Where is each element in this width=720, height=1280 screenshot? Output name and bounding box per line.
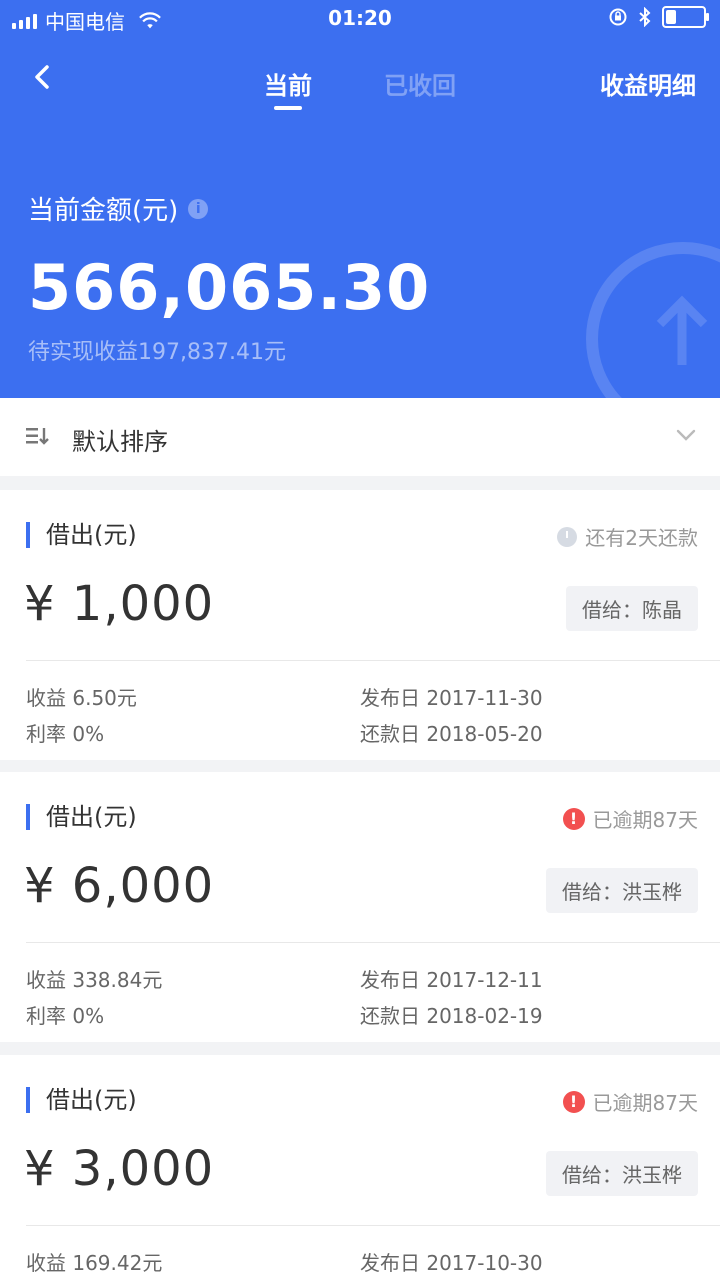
borrower-chip[interactable]: 借给：洪玉桦: [546, 868, 698, 913]
tab-indicator: [274, 106, 302, 110]
orientation-lock-icon: [609, 8, 627, 26]
borrower-chip[interactable]: 借给：陈晶: [566, 586, 698, 631]
loan-publish-date: 发布日 2017-10-30: [360, 1251, 543, 1275]
loan-repay-date: 还款日 2018-02-19: [360, 1004, 543, 1028]
loan-repay-date: 还款日 2018-05-20: [360, 722, 543, 746]
loan-publish-date: 发布日 2017-12-11: [360, 968, 543, 992]
loan-income: 收益 169.42元: [26, 1251, 163, 1275]
info-icon[interactable]: i: [188, 198, 209, 219]
clock-icon: [557, 526, 578, 547]
loan-rate: 利率 0%: [26, 1004, 105, 1028]
loan-card-title: 借出(元): [26, 522, 137, 548]
card-divider: [26, 660, 720, 661]
sort-label: 默认排序: [72, 428, 168, 456]
alert-icon: !: [562, 1090, 585, 1113]
pending-income: 待实现收益197,837.41元: [28, 340, 286, 365]
tab-current[interactable]: 当前: [264, 66, 312, 101]
loan-card[interactable]: 借出(元) 还有2天还款 ¥ 1,000 借给：陈晶 收益 6.50元 利率 0…: [0, 490, 720, 760]
loan-card[interactable]: 借出(元) ! 已逾期87天 ¥ 6,000 借给：洪玉桦 收益 338.84元…: [0, 772, 720, 1042]
loan-income: 收益 338.84元: [26, 968, 163, 992]
loan-card[interactable]: 借出(元) ! 已逾期87天 ¥ 3,000 借给：洪玉桦 收益 169.42元…: [0, 1055, 720, 1280]
loan-rate: 利率 0%: [26, 722, 105, 746]
battery-icon: [662, 6, 709, 28]
back-button[interactable]: [24, 60, 60, 96]
loan-status: ! 已逾期87天: [562, 804, 698, 833]
loan-publish-date: 发布日 2017-11-30: [360, 686, 543, 710]
card-divider: [26, 942, 720, 943]
loan-card-title: 借出(元): [26, 804, 137, 830]
alert-icon: !: [562, 807, 585, 830]
loan-status-text: 已逾期87天: [592, 1091, 698, 1115]
page: 中国电信 01:20 当前 已收回 收益明细 当前金额(元) i 566,065…: [0, 0, 720, 1280]
loan-amount: ¥ 1,000: [24, 576, 215, 632]
loan-status-text: 已逾期87天: [592, 808, 698, 832]
status-bar: 中国电信 01:20: [0, 0, 720, 38]
loan-income: 收益 6.50元: [26, 686, 137, 710]
arrow-up-icon: [656, 295, 708, 365]
loan-status: ! 已逾期87天: [562, 1087, 698, 1116]
chevron-down-icon: [676, 429, 696, 441]
header-panel: 中国电信 01:20 当前 已收回 收益明细 当前金额(元) i 566,065…: [0, 0, 720, 398]
loan-status-text: 还有2天还款: [585, 526, 698, 550]
sort-icon: [26, 428, 49, 445]
card-divider: [26, 1225, 720, 1226]
tab-collected[interactable]: 已收回: [384, 66, 456, 101]
loan-amount: ¥ 3,000: [24, 1141, 215, 1197]
summary-section: 当前金额(元) i 566,065.30 待实现收益197,837.41元: [28, 190, 430, 366]
loan-card-title: 借出(元): [26, 1087, 137, 1113]
status-right: [608, 6, 709, 28]
sort-bar[interactable]: 默认排序: [0, 398, 720, 476]
summary-amount: 566,065.30: [28, 251, 431, 324]
summary-label: 当前金额(元): [28, 196, 179, 226]
bluetooth-icon: [639, 7, 651, 27]
loan-amount: ¥ 6,000: [24, 858, 215, 914]
summary-label-row: 当前金额(元) i: [28, 190, 430, 227]
chevron-left-icon: [35, 65, 49, 89]
income-detail-link[interactable]: 收益明细: [600, 66, 696, 101]
top-nav: 当前 已收回 收益明细: [0, 48, 720, 118]
borrower-chip[interactable]: 借给：洪玉桦: [546, 1151, 698, 1196]
loan-status: 还有2天还款: [557, 522, 698, 551]
